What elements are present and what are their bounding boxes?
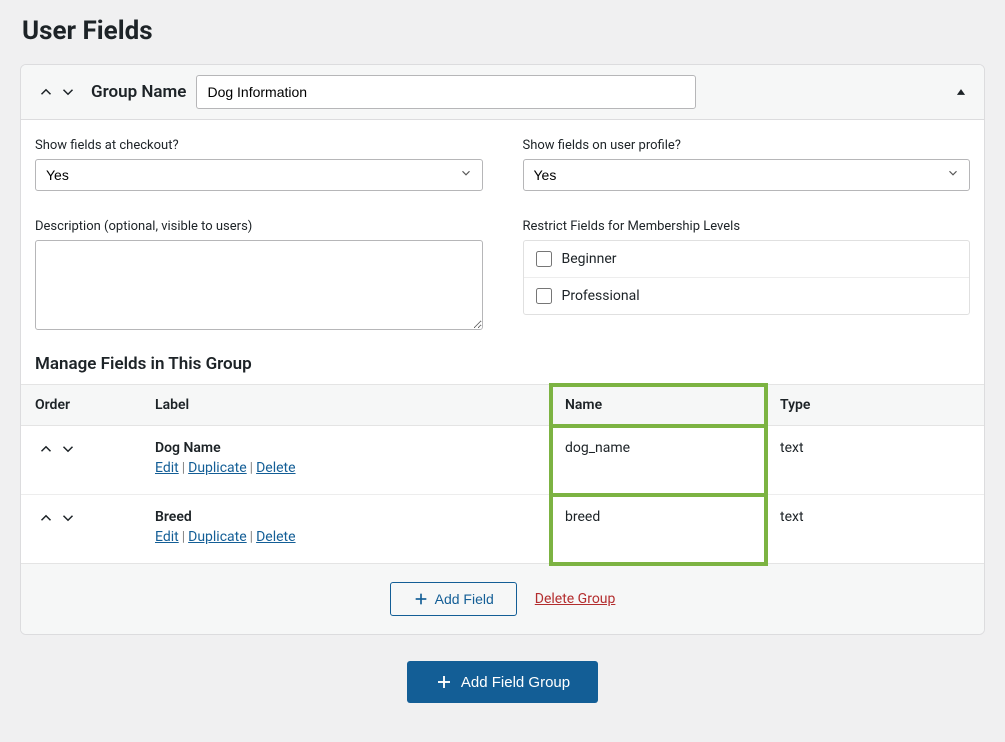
field-type-cell: text: [766, 426, 984, 495]
list-item[interactable]: Beginner: [524, 241, 970, 278]
show-checkout-select[interactable]: Yes: [35, 159, 483, 191]
show-profile-label: Show fields on user profile?: [523, 138, 971, 153]
table-row: Dog Name Edit|Duplicate|Delete dog_name …: [21, 426, 984, 495]
restrict-levels-label: Restrict Fields for Membership Levels: [523, 219, 971, 234]
membership-levels-list: Beginner Professional: [523, 240, 971, 315]
plus-icon: [413, 591, 429, 607]
field-type-cell: text: [766, 495, 984, 564]
chevron-up-icon: [37, 83, 55, 101]
field-name-cell: dog_name: [551, 426, 766, 495]
field-label-text: Breed: [155, 509, 537, 525]
description-textarea[interactable]: [35, 240, 483, 330]
manage-fields-title: Manage Fields in This Group: [21, 340, 984, 384]
collapse-group-button[interactable]: [952, 85, 970, 99]
group-footer: Add Field Delete Group: [21, 564, 984, 634]
fields-table: Order Label Name Type Dog Name: [21, 384, 984, 564]
list-item[interactable]: Professional: [524, 278, 970, 314]
edit-link[interactable]: Edit: [155, 529, 179, 545]
field-move-up-button[interactable]: [35, 440, 57, 458]
chevron-up-icon: [37, 509, 55, 527]
add-field-button[interactable]: Add Field: [390, 582, 517, 616]
delete-link[interactable]: Delete: [256, 529, 295, 545]
description-label: Description (optional, visible to users): [35, 219, 483, 234]
duplicate-link[interactable]: Duplicate: [188, 460, 247, 476]
group-name-label: Group Name: [91, 82, 186, 102]
th-name: Name: [551, 385, 766, 426]
edit-link[interactable]: Edit: [155, 460, 179, 476]
table-row: Breed Edit|Duplicate|Delete breed text: [21, 495, 984, 564]
chevron-down-icon: [59, 440, 77, 458]
group-move-up-button[interactable]: [35, 83, 57, 101]
level-checkbox-professional[interactable]: [536, 288, 552, 304]
level-checkbox-beginner[interactable]: [536, 251, 552, 267]
th-type: Type: [766, 385, 984, 426]
th-order: Order: [21, 385, 141, 426]
delete-link[interactable]: Delete: [256, 460, 295, 476]
chevron-down-icon: [59, 509, 77, 527]
show-profile-select[interactable]: Yes: [523, 159, 971, 191]
delete-group-link[interactable]: Delete Group: [535, 591, 616, 607]
field-label-text: Dog Name: [155, 440, 537, 456]
triangle-up-icon: [954, 85, 968, 99]
page-title: User Fields: [22, 16, 985, 46]
field-group-card: Group Name Show fields at checkout? Yes …: [20, 64, 985, 635]
show-checkout-label: Show fields at checkout?: [35, 138, 483, 153]
field-name-cell: breed: [551, 495, 766, 564]
field-move-down-button[interactable]: [57, 440, 79, 458]
add-field-group-button[interactable]: Add Field Group: [407, 661, 598, 703]
field-move-up-button[interactable]: [35, 509, 57, 527]
group-header: Group Name: [21, 65, 984, 120]
field-move-down-button[interactable]: [57, 509, 79, 527]
plus-icon: [435, 673, 453, 691]
group-move-down-button[interactable]: [57, 83, 79, 101]
chevron-down-icon: [59, 83, 77, 101]
group-order-controls: [35, 83, 79, 101]
group-body: Show fields at checkout? Yes Description…: [21, 120, 984, 340]
group-name-input[interactable]: [196, 75, 696, 109]
level-label: Professional: [562, 288, 640, 304]
chevron-up-icon: [37, 440, 55, 458]
level-label: Beginner: [562, 251, 617, 267]
th-label: Label: [141, 385, 551, 426]
duplicate-link[interactable]: Duplicate: [188, 529, 247, 545]
